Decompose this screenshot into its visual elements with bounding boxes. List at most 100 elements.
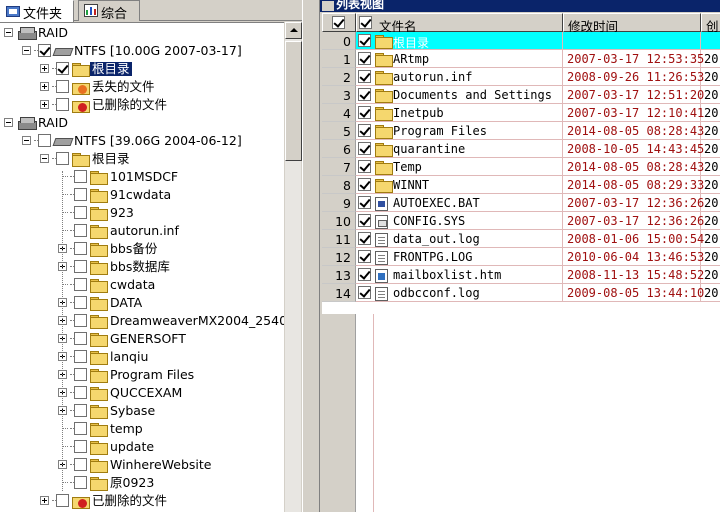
tree-checkbox[interactable] (74, 188, 87, 201)
collapse-icon[interactable] (22, 136, 31, 145)
tree-node[interactable]: autorun.inf (0, 222, 284, 240)
row-checkbox[interactable] (358, 124, 371, 137)
tree-checkbox[interactable] (74, 278, 87, 291)
tree-checkbox[interactable] (74, 224, 87, 237)
row-checkbox[interactable] (358, 214, 371, 227)
tree-checkbox[interactable] (56, 152, 69, 165)
row-checkbox[interactable] (358, 232, 371, 245)
tree-checkbox[interactable] (74, 368, 87, 381)
row-checkbox[interactable] (358, 52, 371, 65)
tree-node[interactable]: cwdata (0, 276, 284, 294)
tree-checkbox[interactable] (74, 296, 87, 309)
tree-node[interactable]: RAID (0, 24, 284, 42)
tree-node[interactable]: 101MSDCF (0, 168, 284, 186)
tree-node[interactable]: bbs备份 (0, 240, 284, 258)
tree-checkbox[interactable] (74, 332, 87, 345)
row-checkbox[interactable] (358, 250, 371, 263)
table-row[interactable]: 5 Program Files 2014-08-05 08:28:43 20 (322, 122, 720, 140)
scroll-thumb[interactable] (285, 41, 302, 161)
expand-icon[interactable] (40, 496, 49, 505)
header-file-name[interactable]: 文件名 (356, 13, 563, 34)
row-checkbox[interactable] (358, 34, 371, 47)
tree-node[interactable]: temp (0, 420, 284, 438)
collapse-icon[interactable] (22, 46, 31, 55)
row-checkbox[interactable] (358, 286, 371, 299)
expand-icon[interactable] (40, 64, 49, 73)
tree-checkbox[interactable] (56, 98, 69, 111)
scroll-up-button[interactable] (285, 22, 302, 39)
tree-node[interactable]: update (0, 438, 284, 456)
tree-node[interactable]: lanqiu (0, 348, 284, 366)
header-select-all[interactable] (322, 13, 356, 32)
table-row[interactable]: 2 autorun.inf 2008-09-26 11:26:53 20 (322, 68, 720, 86)
tree-checkbox[interactable] (74, 386, 87, 399)
table-row[interactable]: 12 FRONTPG.LOG 2010-06-04 13:46:53 20 (322, 248, 720, 266)
tree-node[interactable]: Sybase (0, 402, 284, 420)
tree-checkbox[interactable] (56, 62, 69, 75)
tree-checkbox[interactable] (74, 404, 87, 417)
select-all-checkbox[interactable] (332, 16, 345, 29)
row-checkbox[interactable] (358, 196, 371, 209)
tree-node[interactable]: 已删除的文件 (0, 96, 284, 114)
tree-node[interactable]: DreamweaverMX2004_25409 (0, 312, 284, 330)
table-row[interactable]: 6 quarantine 2008-10-05 14:43:45 20 (322, 140, 720, 158)
row-checkbox[interactable] (358, 268, 371, 281)
tree-node[interactable]: 已删除的文件 (0, 492, 284, 510)
tree-checkbox[interactable] (74, 476, 87, 489)
tree-node[interactable]: bbs数据库 (0, 258, 284, 276)
table-row[interactable]: 3 Documents and Settings 2007-03-17 12:51:… (322, 86, 720, 104)
table-row[interactable]: 14 odbcconf.log 2009-08-05 13:44:10 20 (322, 284, 720, 302)
row-checkbox[interactable] (358, 106, 371, 119)
tree-checkbox[interactable] (38, 44, 51, 57)
tree-node[interactable]: RAID (0, 114, 284, 132)
tree-node[interactable]: 原0923 (0, 474, 284, 492)
tree-node[interactable]: 根目录 (0, 60, 284, 78)
tree-node[interactable]: WinhereWebsite (0, 456, 284, 474)
tree-checkbox[interactable] (74, 170, 87, 183)
expand-icon[interactable] (40, 82, 49, 91)
tree-checkbox[interactable] (74, 458, 87, 471)
tree-checkbox[interactable] (74, 422, 87, 435)
tree-checkbox[interactable] (74, 440, 87, 453)
tree-node[interactable]: 根目录 (0, 150, 284, 168)
tab-overview[interactable]: 综合 (78, 0, 140, 22)
tree-checkbox[interactable] (38, 134, 51, 147)
tree-node[interactable]: Program Files (0, 366, 284, 384)
table-row[interactable]: 8 WINNT 2014-08-05 08:29:33 20 (322, 176, 720, 194)
row-checkbox[interactable] (358, 88, 371, 101)
pane-splitter[interactable] (302, 0, 320, 512)
tree-node[interactable]: GENERSOFT (0, 330, 284, 348)
header-modified-time[interactable]: 修改时间 (563, 13, 701, 34)
tree-node[interactable]: 丢失的文件 (0, 78, 284, 96)
tree-scrollbar[interactable] (284, 22, 302, 512)
row-checkbox[interactable] (358, 142, 371, 155)
tree-checkbox[interactable] (74, 260, 87, 273)
table-row[interactable]: 10 CONFIG.SYS 2007-03-17 12:36:26 20 (322, 212, 720, 230)
tree-checkbox[interactable] (74, 206, 87, 219)
row-checkbox[interactable] (358, 160, 371, 173)
tree-node[interactable]: QUCCEXAM (0, 384, 284, 402)
table-row[interactable]: 0 根目录 (322, 32, 720, 50)
table-row[interactable]: 7 Temp 2014-08-05 08:28:43 20 (322, 158, 720, 176)
header-created-time[interactable]: 创 (701, 13, 720, 34)
table-row[interactable]: 13 mailboxlist.htm 2008-11-13 15:48:52 20 (322, 266, 720, 284)
tree-checkbox[interactable] (74, 242, 87, 255)
tab-folders[interactable]: 文件夹 (0, 0, 74, 22)
table-row[interactable]: 4 Inetpub 2007-03-17 12:10:41 20 (322, 104, 720, 122)
row-checkbox[interactable] (358, 70, 371, 83)
table-row[interactable]: 11 data_out.log 2008-01-06 15:00:54 20 (322, 230, 720, 248)
tree-node[interactable]: DATA (0, 294, 284, 312)
table-row[interactable]: 9 AUTOEXEC.BAT 2007-03-17 12:36:26 20 (322, 194, 720, 212)
tree-node[interactable]: 91cwdata (0, 186, 284, 204)
tree-checkbox[interactable] (56, 80, 69, 93)
tree-checkbox[interactable] (74, 350, 87, 363)
tree-node[interactable]: NTFS [10.00G 2007-03-17] (0, 42, 284, 60)
header-name-checkbox[interactable] (359, 16, 372, 29)
collapse-icon[interactable] (4, 28, 13, 37)
tree-checkbox[interactable] (56, 494, 69, 507)
tree-node[interactable]: NTFS [39.06G 2004-06-12] (0, 132, 284, 150)
table-row[interactable]: 1 ARtmp 2007-03-17 12:53:35 20 (322, 50, 720, 68)
tree-node[interactable]: 923 (0, 204, 284, 222)
tree-checkbox[interactable] (74, 314, 87, 327)
collapse-icon[interactable] (40, 154, 49, 163)
